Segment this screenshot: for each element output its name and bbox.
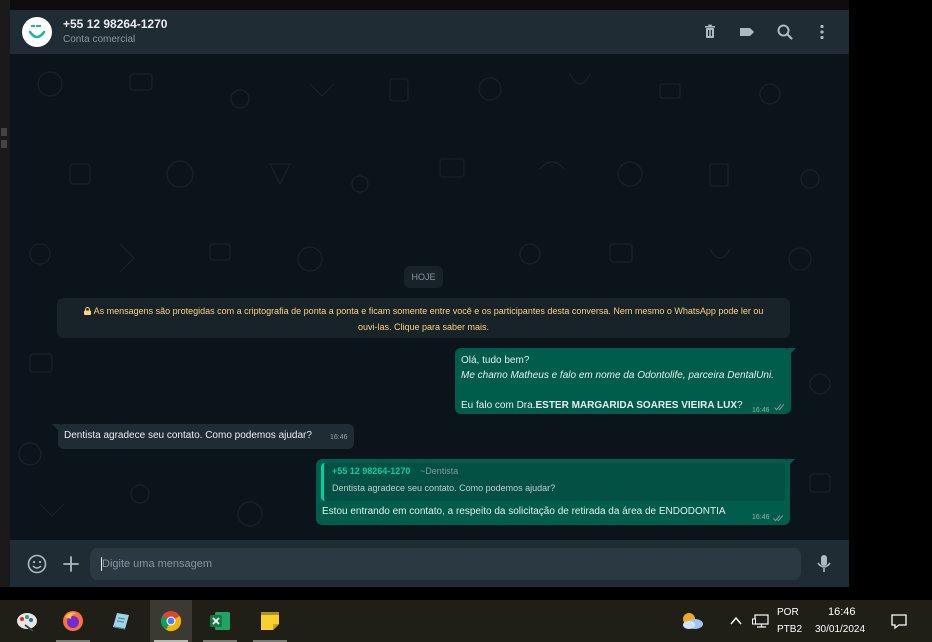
edge-marker <box>1 140 7 148</box>
date-separator: HOJE <box>404 266 443 288</box>
message-bold-name: ESTER MARGARIDA SOARES VIEIRA LUX <box>535 400 737 411</box>
taskbar-app-chrome[interactable] <box>150 600 192 642</box>
clock-date[interactable]: 30/01/2024 <box>815 624 865 635</box>
excel-icon <box>210 612 230 630</box>
odontolife-logo-icon <box>28 25 46 39</box>
message-line-mixed: Eu falo com Dra.ESTER MARGARIDA SOARES V… <box>461 398 785 413</box>
firefox-icon <box>63 611 83 631</box>
delete-icon[interactable] <box>700 22 720 42</box>
top-window-edge <box>10 0 849 10</box>
quoted-sender-name: ~Dentista <box>420 466 459 476</box>
taskbar-app-sticky-notes[interactable] <box>249 600 291 642</box>
edge-marker <box>1 128 7 136</box>
desktop-background <box>849 0 932 600</box>
label-icon[interactable] <box>737 22 757 42</box>
outgoing-reply-message[interactable]: +55 12 98264-1270 ~Dentista Dentista agr… <box>316 459 790 525</box>
lock-icon <box>83 304 91 315</box>
taskbar-app-notepad[interactable] <box>100 600 142 642</box>
message-line: Olá, tudo bem? <box>461 355 530 366</box>
search-icon[interactable] <box>775 22 795 42</box>
paint-icon <box>17 613 37 632</box>
encryption-notice-text-2: ouvi-las. Clique para saber mais. <box>357 322 490 332</box>
chat-header[interactable]: +55 12 98264-1270 Conta comercial <box>10 10 849 54</box>
window-bottom-edge <box>0 587 932 600</box>
weather-icon[interactable] <box>678 608 706 634</box>
message-input[interactable] <box>90 548 801 580</box>
message-text: Eu falo com Dra. <box>461 400 536 411</box>
message-time: 16:46 <box>752 407 770 414</box>
menu-kebab-icon[interactable] <box>812 22 832 42</box>
microphone-icon[interactable] <box>814 553 834 575</box>
input-language[interactable]: POR <box>777 607 799 618</box>
network-icon[interactable] <box>752 613 770 629</box>
contact-name[interactable]: +55 12 98264-1270 <box>63 17 167 31</box>
double-check-icon <box>774 404 785 411</box>
message-composer <box>10 540 849 587</box>
emoji-icon[interactable] <box>26 553 48 575</box>
outgoing-message[interactable]: Olá, tudo bem? Me chamo Matheus e falo e… <box>455 348 791 414</box>
message-line-italic: Me chamo Matheus e falo em nome da Odont… <box>461 370 774 381</box>
avatar[interactable] <box>22 17 52 47</box>
plus-icon[interactable] <box>60 553 82 575</box>
message-text: Estou entrando em contato, a respeito da… <box>322 506 726 517</box>
chrome-icon <box>160 611 182 632</box>
message-text: Dentista agradece seu contato. Como pode… <box>64 430 312 441</box>
incoming-message[interactable]: Dentista agradece seu contato. Como pode… <box>58 424 354 449</box>
message-text: ? <box>736 400 743 411</box>
taskbar-app-firefox[interactable] <box>52 600 94 642</box>
clock-time[interactable]: 16:46 <box>828 606 856 618</box>
quoted-text: Dentista agradece seu contato. Como pode… <box>332 483 556 493</box>
taskbar-app-excel[interactable] <box>199 600 241 642</box>
quoted-author: +55 12 98264-1270 <box>332 466 411 476</box>
quoted-message[interactable]: +55 12 98264-1270 ~Dentista Dentista agr… <box>321 463 785 501</box>
encryption-notice-text: As mensagens são protegidas com a cripto… <box>93 306 764 316</box>
taskbar-app-paint[interactable] <box>6 600 48 642</box>
left-window-edge <box>0 0 10 600</box>
notepad-icon <box>113 613 129 630</box>
keyboard-layout[interactable]: PTB2 <box>777 624 802 635</box>
notification-center-icon[interactable] <box>890 612 908 630</box>
message-time: 16:46 <box>752 514 770 521</box>
text-caret <box>101 557 102 571</box>
contact-subtitle: Conta comercial <box>63 34 136 45</box>
message-time: 16:46 <box>330 434 348 441</box>
encryption-notice[interactable]: As mensagens são protegidas com a cripto… <box>57 298 790 338</box>
sticky-notes-icon <box>261 612 279 630</box>
conversation-panel[interactable]: HOJE As mensagens são protegidas com a c… <box>10 54 849 540</box>
double-check-icon <box>773 515 784 522</box>
chevron-up-icon[interactable] <box>729 615 743 627</box>
